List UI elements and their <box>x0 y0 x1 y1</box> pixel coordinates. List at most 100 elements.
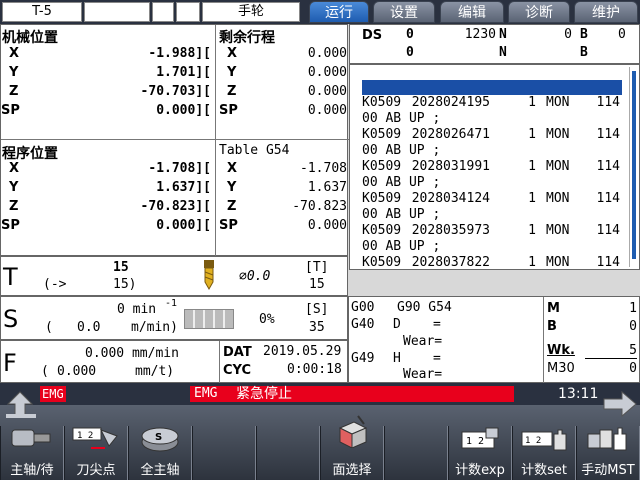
alarm-field: 00 AB UP ; <box>362 111 441 126</box>
svg-text:1 2: 1 2 <box>466 436 484 447</box>
alarm-field: 2028035973 <box>411 223 490 238</box>
selected-row-highlight[interactable] <box>362 80 622 95</box>
alarm-field: 114 <box>596 255 620 270</box>
tool-label: T <box>3 263 18 291</box>
return-arrow-icon[interactable] <box>2 390 38 426</box>
softkey-count-exp-area[interactable]: 1 2 计数exp <box>448 426 512 480</box>
tab-edit[interactable]: 编辑 <box>440 1 504 23</box>
alarm-field: 2028031991 <box>411 159 490 174</box>
alarm-field: 1 <box>528 191 536 206</box>
tab-maintenance[interactable]: 维护 <box>574 1 638 23</box>
gcode-panel: G00 G90 G54 G40 D = Wear= G49 H = Wear= … <box>348 296 640 384</box>
alarm-field: 1 <box>528 159 536 174</box>
table-pos-row: Y 1.637 <box>227 180 347 195</box>
remaining-row: SP 0.000 <box>219 103 347 118</box>
alarm-field: 00 AB UP ; <box>362 175 441 190</box>
spindle-load-bar <box>184 309 234 329</box>
remaining-title: 剩余行程 <box>219 30 275 46</box>
alarm-field: MON <box>546 223 570 238</box>
blank-cell-2 <box>152 2 174 22</box>
alarm-field: 2028024195 <box>411 95 490 110</box>
softkey-empty-2[interactable] <box>256 426 320 480</box>
spindle-row: S 0 min -1 ( 0.0 m/min) 0% [S] 35 <box>0 296 348 340</box>
tool-number: 15 <box>113 260 129 275</box>
alarm-field: K0509 <box>362 191 402 206</box>
tab-run[interactable]: 运行 <box>309 1 369 23</box>
machine-pos-title: 机械位置 <box>2 30 58 46</box>
date-value: 2019.05.29 <box>263 344 342 359</box>
svg-text:S: S <box>155 432 162 443</box>
alarm-field: 114 <box>596 95 620 110</box>
softkey-manual-mst-area[interactable]: 手动MST <box>576 426 640 480</box>
feed-value: 0.000 mm/min <box>85 346 179 361</box>
softkey-tool-tip-area[interactable]: 1 2 刀尖点 <box>64 426 128 480</box>
alarm-field: 1 <box>528 127 536 142</box>
tool-row: T 15 (-> 15) ⌀0.0 [T] 15 <box>0 256 348 296</box>
program-pos-row: Z -70.823][ <box>9 199 211 214</box>
alarm-field: 114 <box>596 191 620 206</box>
feed-row: F 0.000 mm/min ( 0.000 mm/t) DAT 2019.05… <box>0 340 348 384</box>
program-pos-row: Y 1.637][ <box>9 180 211 195</box>
alarm-field: K0509 <box>362 159 402 174</box>
spindle-icon <box>10 426 54 456</box>
table-pos-row: SP 0.000 <box>219 218 347 233</box>
remaining-row: Y 0.000 <box>227 65 347 80</box>
feed-label: F <box>3 349 17 377</box>
emg-indicator: EMG <box>40 386 66 402</box>
scrollbar[interactable] <box>629 67 638 267</box>
alarm-field: K0509 <box>362 223 402 238</box>
alarm-field: 114 <box>596 159 620 174</box>
alarm-field: 2028037822 <box>411 255 490 270</box>
mode-field: 手轮 <box>202 2 300 22</box>
alarm-list[interactable]: K0509 2028024195 1 MON 114 00 AB UP ; K0509 202… <box>349 64 640 270</box>
softkey-empty-1[interactable] <box>192 426 256 480</box>
softkey-all-spindle-area[interactable]: S 全主轴 <box>128 426 192 480</box>
alarm-field: 1 <box>528 255 536 270</box>
alarm-field: MON <box>546 127 570 142</box>
spindle-speed: 0 min <box>117 302 157 317</box>
drill-icon <box>201 260 217 291</box>
tool-diameter: ⌀0.0 <box>239 269 271 284</box>
machine-pos-row: Y 1.701][ <box>9 65 211 80</box>
alarm-field: 114 <box>596 127 620 142</box>
alarm-field: 2028026471 <box>411 127 490 142</box>
svg-text:1 2: 1 2 <box>525 436 541 446</box>
program-pos-row: X -1.708][ <box>9 161 211 176</box>
tab-setup[interactable]: 设置 <box>373 1 435 23</box>
spindle-load-pct: 0% <box>259 312 275 327</box>
svg-text:1 2: 1 2 <box>77 431 93 441</box>
program-pos-row: SP 0.000][ <box>1 218 211 233</box>
alarm-field: K0509 <box>362 255 402 270</box>
cube-select-icon <box>332 414 372 452</box>
alarm-field: MON <box>546 95 570 110</box>
alarm-field: 00 AB UP ; <box>362 143 441 158</box>
alarm-field: 2028034124 <box>411 191 490 206</box>
softkey-spindle-standby-area[interactable]: 主轴/待 <box>0 426 64 480</box>
alarm-field: MON <box>546 191 570 206</box>
machine-pos-row: Z -70.703][ <box>9 84 211 99</box>
cycle-time: 0:00:18 <box>287 362 342 377</box>
alarm-field: 1 <box>528 223 536 238</box>
spindle-label: S <box>3 305 19 333</box>
remaining-row: X 0.000 <box>227 46 347 61</box>
softkey-count-set-area[interactable]: 1 2 计数set <box>512 426 576 480</box>
counter-exp-icon: 1 2 <box>458 426 502 456</box>
status-bar: EMG EMG 紧急停止 13:11 <box>0 383 640 405</box>
tool-name-field: T-5 <box>2 2 82 22</box>
tab-diagnosis[interactable]: 诊断 <box>508 1 570 23</box>
alarm-field: K0509 <box>362 95 402 110</box>
table-pos-row: X -1.708 <box>227 161 347 176</box>
alarm-field: K0509 <box>362 127 402 142</box>
table-pos-row: Z -70.823 <box>227 199 347 214</box>
next-arrow-icon[interactable] <box>600 390 638 426</box>
clock: 13:11 <box>558 386 599 402</box>
alarm-field: 00 AB UP ; <box>362 239 441 254</box>
machine-pos-row: X -1.988][ <box>9 46 211 61</box>
alarm-field: MON <box>546 159 570 174</box>
softkey-empty-3[interactable] <box>384 426 448 480</box>
alarm-field: 1 <box>528 95 536 110</box>
table-pos-title: Table G54 <box>219 143 290 158</box>
spindle-s-icon: S <box>140 426 180 456</box>
softkey-face-select-area[interactable]: 面选择 <box>320 415 384 480</box>
alarm-field: 00 AB UP ; <box>362 207 441 222</box>
